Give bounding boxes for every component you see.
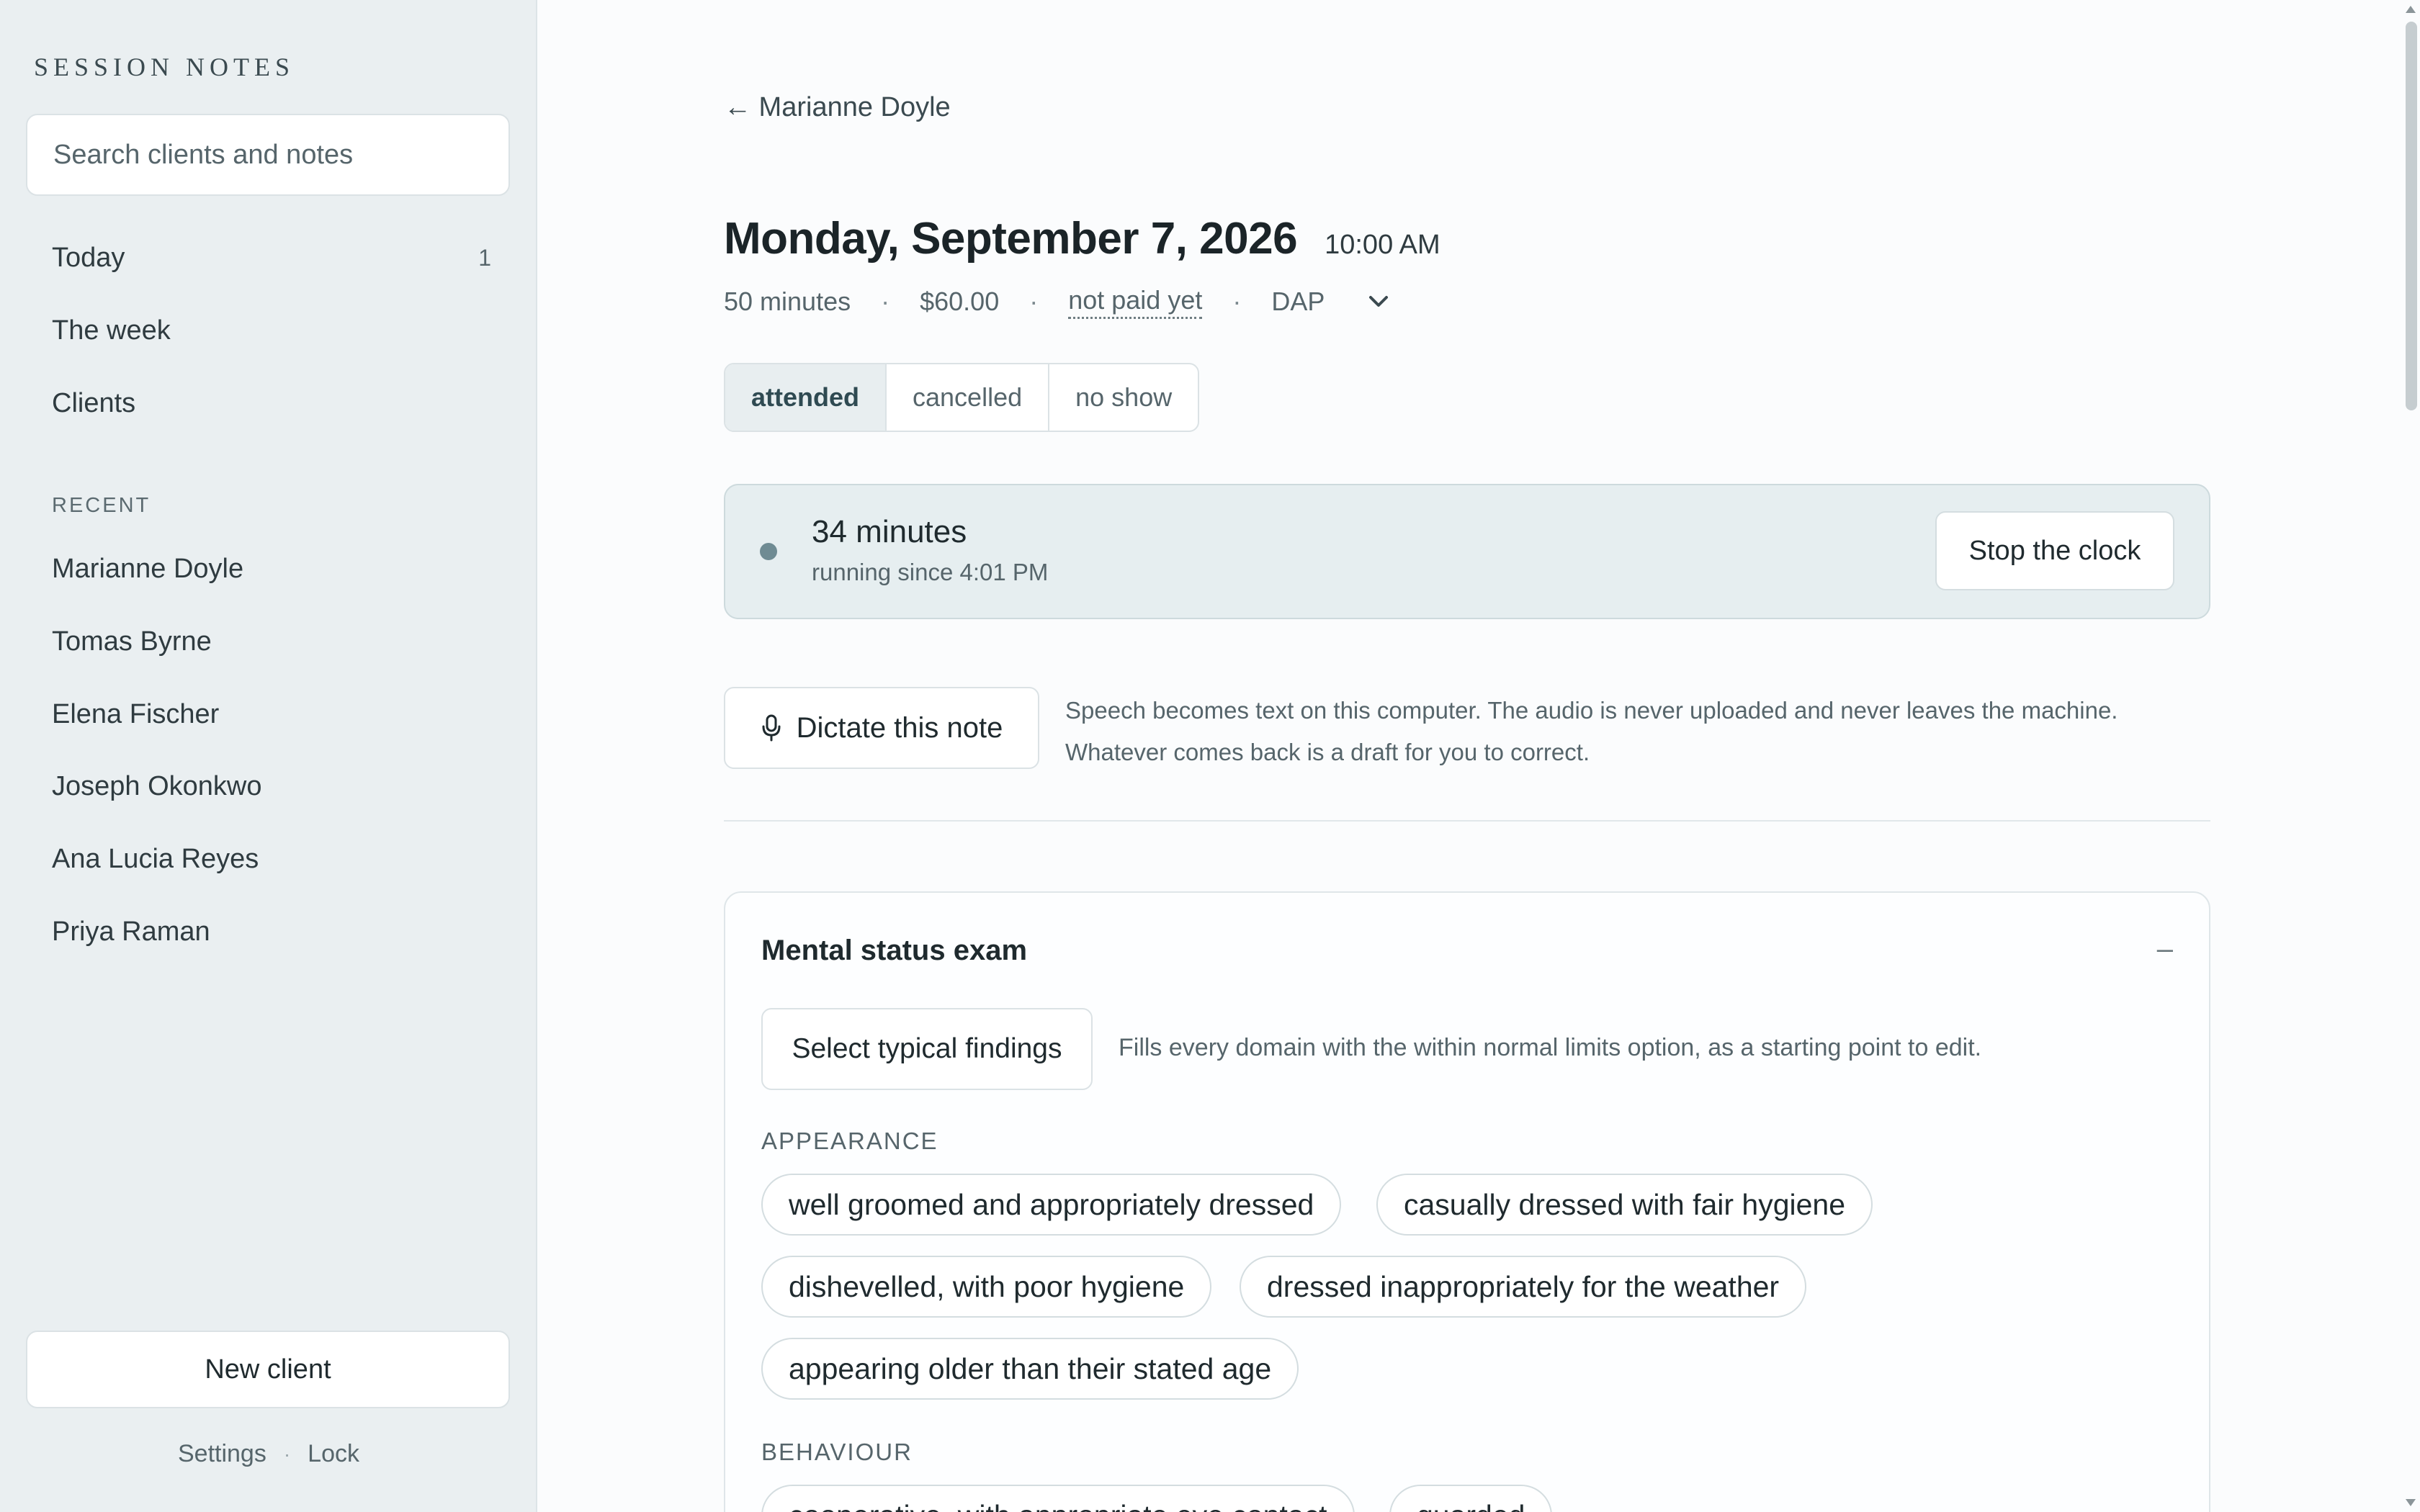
scroll-up-arrow-icon[interactable] (2406, 6, 2416, 13)
attendance-option-no-show[interactable]: no show (1049, 364, 1198, 431)
settings-link[interactable]: Settings (178, 1440, 266, 1468)
payment-status-toggle[interactable]: not paid yet (1068, 285, 1203, 319)
session-time: 10:00 AM (1325, 230, 1440, 260)
appearance-option-chip[interactable]: dressed inappropriately for the weather (1240, 1256, 1807, 1318)
appearance-label: APPEARANCE (761, 1128, 938, 1154)
session-date: Monday, September 7, 2026 (724, 214, 1298, 264)
microphone-icon (762, 714, 781, 742)
back-to-client-link[interactable]: ← Marianne Doyle (724, 92, 951, 123)
sidebar: SESSION NOTES Today 1 The week Clients R… (0, 0, 537, 1512)
behaviour-label: BEHAVIOUR (761, 1439, 913, 1465)
recent-client-item[interactable]: Elena Fischer (52, 685, 491, 743)
dictate-button-label: Dictate this note (796, 711, 1003, 744)
meta-separator: · (1232, 287, 1242, 316)
nav-item-label: Today (52, 242, 125, 273)
recent-client-item[interactable]: Ana Lucia Reyes (52, 830, 491, 888)
appearance-option-chip[interactable]: appearing older than their stated age (761, 1338, 1299, 1400)
mse-title: Mental status exam (761, 935, 1028, 966)
attendance-segmented-control: attended cancelled no show (724, 363, 1200, 432)
session-heading: Monday, September 7, 2026 10:00 AM (724, 213, 1440, 264)
chevron-down-icon (1369, 296, 1389, 307)
attendance-option-cancelled[interactable]: cancelled (887, 364, 1050, 431)
new-client-button[interactable]: New client (26, 1331, 510, 1408)
recording-dot-icon (760, 543, 777, 560)
dictate-note-button[interactable]: Dictate this note (724, 687, 1039, 769)
behaviour-option-chip[interactable]: cooperative, with appropriate eye contac… (761, 1485, 1355, 1512)
note-format-value: DAP (1271, 287, 1325, 316)
clock-elapsed: 34 minutes (812, 514, 967, 549)
collapse-section-button[interactable]: – (2157, 933, 2173, 966)
today-count-badge: 1 (478, 244, 491, 271)
session-detail: ← Marianne Doyle Monday, September 7, 20… (539, 0, 2420, 1512)
vertical-scrollbar[interactable] (2406, 22, 2417, 410)
select-typical-findings-button[interactable]: Select typical findings (761, 1008, 1093, 1090)
session-duration: 50 minutes (724, 287, 851, 316)
appearance-option-chip[interactable]: dishevelled, with poor hygiene (761, 1256, 1212, 1318)
typical-findings-hint: Fills every domain with the within norma… (1119, 1034, 1982, 1061)
stop-clock-button[interactable]: Stop the clock (1935, 511, 2174, 590)
meta-separator: · (1029, 287, 1039, 316)
dictation-note-line: Speech becomes text on this computer. Th… (1065, 697, 2118, 724)
nav-item-today[interactable]: Today 1 (52, 229, 491, 287)
behaviour-option-chip[interactable]: guarded (1389, 1485, 1553, 1512)
recent-section-label: RECENT (52, 494, 151, 517)
footer-separator: · (283, 1442, 291, 1465)
nav-item-label: Clients (52, 387, 136, 418)
recent-client-item[interactable]: Tomas Byrne (52, 613, 491, 670)
session-meta: 50 minutes · $60.00 · not paid yet · DAP (724, 284, 1389, 320)
recent-client-item[interactable]: Priya Raman (52, 903, 491, 960)
recent-client-item[interactable]: Joseph Okonkwo (52, 757, 491, 815)
attendance-option-attended[interactable]: attended (725, 364, 887, 431)
session-fee: $60.00 (920, 287, 1000, 316)
clock-started-at: running since 4:01 PM (812, 559, 1049, 585)
meta-separator: · (881, 287, 890, 316)
dictation-privacy-note: Speech becomes text on this computer. Th… (1065, 690, 2232, 773)
scroll-down-arrow-icon[interactable] (2406, 1499, 2416, 1506)
mental-status-exam-card: Mental status exam – Select typical find… (724, 891, 2210, 1512)
session-clock-card: 34 minutes running since 4:01 PM Stop th… (724, 484, 2210, 619)
nav-item-label: The week (52, 315, 171, 346)
lock-link[interactable]: Lock (308, 1440, 359, 1468)
recent-client-item[interactable]: Marianne Doyle (52, 540, 491, 598)
note-format-select[interactable]: DAP (1271, 287, 1389, 317)
nav-item-clients[interactable]: Clients (52, 374, 491, 432)
sidebar-footer: Settings · Lock (0, 1440, 537, 1468)
appearance-option-chip[interactable]: casually dressed with fair hygiene (1376, 1174, 1873, 1236)
appearance-option-chip[interactable]: well groomed and appropriately dressed (761, 1174, 1342, 1236)
dictation-note-line: Whatever comes back is a draft for you t… (1065, 739, 1590, 765)
section-divider (724, 820, 2210, 822)
search-input[interactable] (26, 114, 510, 196)
nav-item-the-week[interactable]: The week (52, 302, 491, 359)
app-brand: SESSION NOTES (34, 53, 295, 81)
